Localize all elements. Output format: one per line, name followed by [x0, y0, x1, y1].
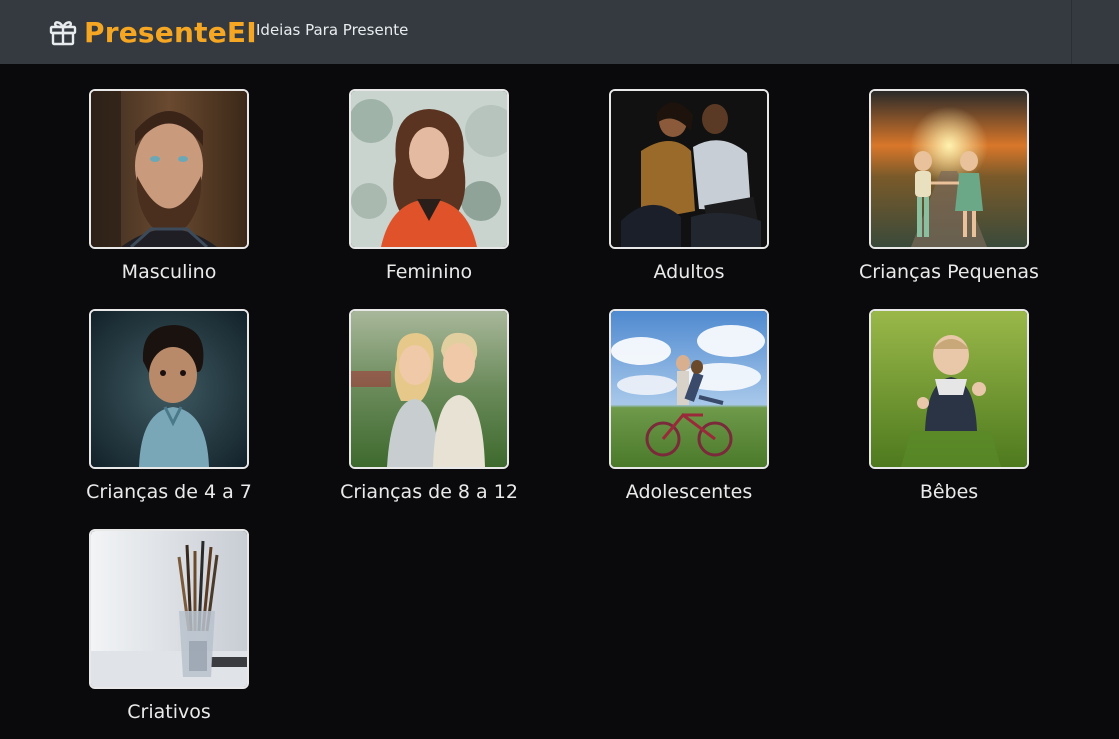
category-label: Bêbes — [919, 481, 979, 503]
category-label: Crianças Pequenas — [859, 261, 1039, 283]
navbar-divider — [1071, 0, 1072, 64]
category-label: Crianças de 8 a 12 — [340, 481, 518, 503]
category-image-criativos — [89, 529, 249, 689]
category-image-adolescentes — [609, 309, 769, 469]
gift-icon — [49, 21, 77, 46]
category-label: Adultos — [653, 261, 725, 283]
category-image-bebes — [869, 309, 1029, 469]
category-label: Masculino — [121, 261, 217, 283]
category-card-bebes[interactable]: Bêbes — [849, 309, 1049, 503]
category-label: Feminino — [385, 261, 473, 283]
category-card-feminino[interactable]: Feminino — [329, 89, 529, 283]
category-image-criancas-8-a-12 — [349, 309, 509, 469]
brand-name: PresenteEI — [84, 15, 257, 49]
nav-link-gift-ideas[interactable]: Ideias Para Presente — [256, 21, 408, 39]
category-card-masculino[interactable]: Masculino — [69, 89, 269, 283]
category-image-criancas-4-a-7 — [89, 309, 249, 469]
category-label: Adolescentes — [625, 481, 753, 503]
category-card-criativos[interactable]: Criativos — [69, 529, 269, 723]
category-image-feminino — [349, 89, 509, 249]
category-image-criancas-pequenas — [869, 89, 1029, 249]
category-card-adultos[interactable]: Adultos — [589, 89, 789, 283]
navbar: PresenteEI Ideias Para Presente — [0, 0, 1119, 64]
category-label: Criativos — [127, 701, 211, 723]
category-label: Crianças de 4 a 7 — [86, 481, 252, 503]
category-image-masculino — [89, 89, 249, 249]
brand-link[interactable]: PresenteEI — [48, 14, 257, 50]
category-card-adolescentes[interactable]: Adolescentes — [589, 309, 789, 503]
category-card-criancas-pequenas[interactable]: Crianças Pequenas — [849, 89, 1049, 283]
category-card-criancas-4-a-7[interactable]: Crianças de 4 a 7 — [69, 309, 269, 503]
category-card-criancas-8-a-12[interactable]: Crianças de 8 a 12 — [329, 309, 529, 503]
category-image-adultos — [609, 89, 769, 249]
